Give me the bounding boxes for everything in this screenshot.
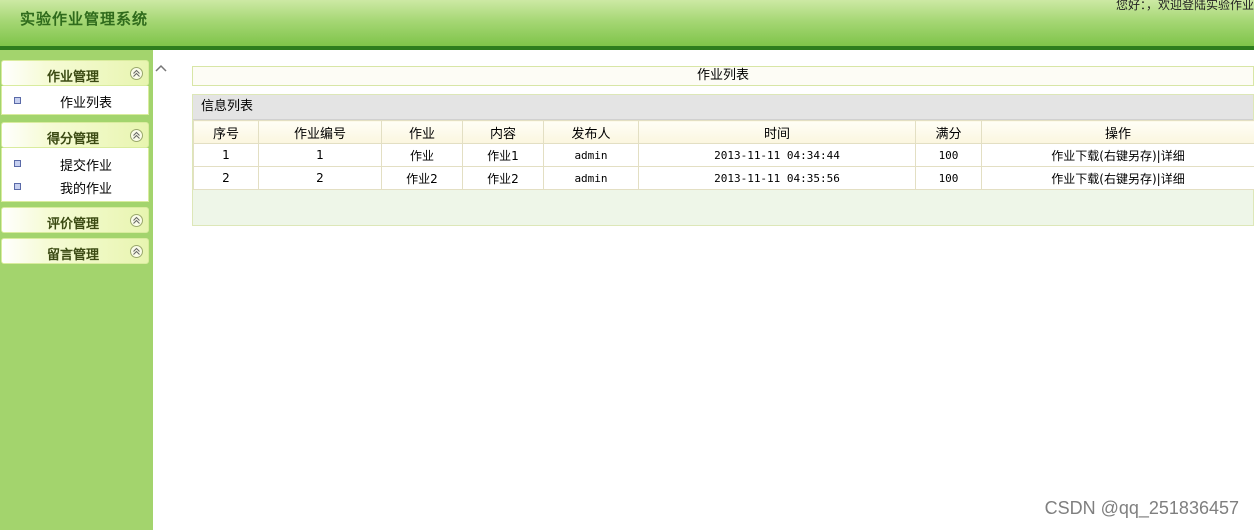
double-chevron-up-icon[interactable] [130,214,143,227]
app-title: 实验作业管理系统 [20,10,149,28]
cell-homework-id: 1 [258,143,382,167]
menu-head-evaluation[interactable]: 评价管理 [1,207,149,233]
column-header: 发布人 [543,120,639,144]
table-row: 1 1 作业 作业1 admin 2013-11-11 04:34:44 100… [193,143,1254,167]
cell-time: 2013-11-11 04:35:56 [638,166,916,190]
column-header: 作业 [381,120,463,144]
info-list-panel: 信息列表 序号 作业编号 作业 内容 发布人 时间 满分 操作 1 1 作业 作… [192,94,1254,226]
menu-group-messages: 留言管理 [1,238,149,264]
cell-actions-link[interactable]: 作业下载(右键另存)|详细 [981,166,1254,190]
sidebar-item-label: 提交作业 [60,159,113,174]
square-bullet-icon [14,183,21,190]
sidebar-item-my-homework[interactable]: 我的作业 [2,175,148,198]
cell-content: 作业1 [462,143,544,167]
sidebar-gutter [153,50,167,530]
menu-head-messages[interactable]: 留言管理 [1,238,149,264]
column-header: 操作 [981,120,1254,144]
welcome-text: 您好：，欢迎登陆实验作业 [1115,0,1254,12]
menu-head-label: 留言管理 [47,248,100,263]
square-bullet-icon [14,160,21,167]
sidebar-item-label: 我的作业 [60,182,113,197]
menu-body-homework: 作业列表 [1,86,149,115]
cell-time: 2013-11-11 04:34:44 [638,143,916,167]
cell-publisher: admin [543,166,639,190]
menu-head-label: 评价管理 [47,217,100,232]
collapse-sidebar-icon[interactable] [155,63,167,75]
menu-group-homework: 作业管理 作业列表 [1,60,149,115]
cell-homework: 作业2 [381,166,463,190]
menu-head-label: 得分管理 [47,132,100,147]
page-title: 作业列表 [192,66,1254,86]
column-header: 内容 [462,120,544,144]
cell-index: 2 [193,166,259,190]
column-header: 满分 [915,120,982,144]
menu-group-score: 得分管理 提交作业 我的作业 [1,122,149,202]
menu-group-evaluation: 评价管理 [1,207,149,233]
table-header-row: 序号 作业编号 作业 内容 发布人 时间 满分 操作 [193,120,1254,144]
top-header: 实验作业管理系统 您好：，欢迎登陆实验作业 [0,0,1254,50]
sidebar-item-submit-homework[interactable]: 提交作业 [2,152,148,175]
double-chevron-up-icon[interactable] [130,129,143,142]
cell-index: 1 [193,143,259,167]
cell-content: 作业2 [462,166,544,190]
cell-full-score: 100 [915,166,982,190]
cell-homework-id: 2 [258,166,382,190]
watermark: CSDN @qq_251836457 [1044,498,1239,518]
cell-publisher: admin [543,143,639,167]
menu-head-label: 作业管理 [47,70,100,85]
cell-full-score: 100 [915,143,982,167]
square-bullet-icon [14,97,21,104]
column-header: 作业编号 [258,120,382,144]
double-chevron-up-icon[interactable] [130,67,143,80]
double-chevron-up-icon[interactable] [130,245,143,258]
menu-head-homework[interactable]: 作业管理 [1,60,149,86]
homework-table: 序号 作业编号 作业 内容 发布人 时间 满分 操作 1 1 作业 作业1 ad… [193,120,1254,190]
sidebar-item-homework-list[interactable]: 作业列表 [2,86,148,114]
panel-title: 信息列表 [193,95,1253,120]
cell-homework: 作业 [381,143,463,167]
column-header: 序号 [193,120,259,144]
sidebar-item-label: 作业列表 [60,96,113,111]
table-row: 2 2 作业2 作业2 admin 2013-11-11 04:35:56 10… [193,166,1254,190]
menu-head-score[interactable]: 得分管理 [1,122,149,148]
menu-body-score: 提交作业 我的作业 [1,148,149,202]
column-header: 时间 [638,120,916,144]
cell-actions-link[interactable]: 作业下载(右键另存)|详细 [981,143,1254,167]
